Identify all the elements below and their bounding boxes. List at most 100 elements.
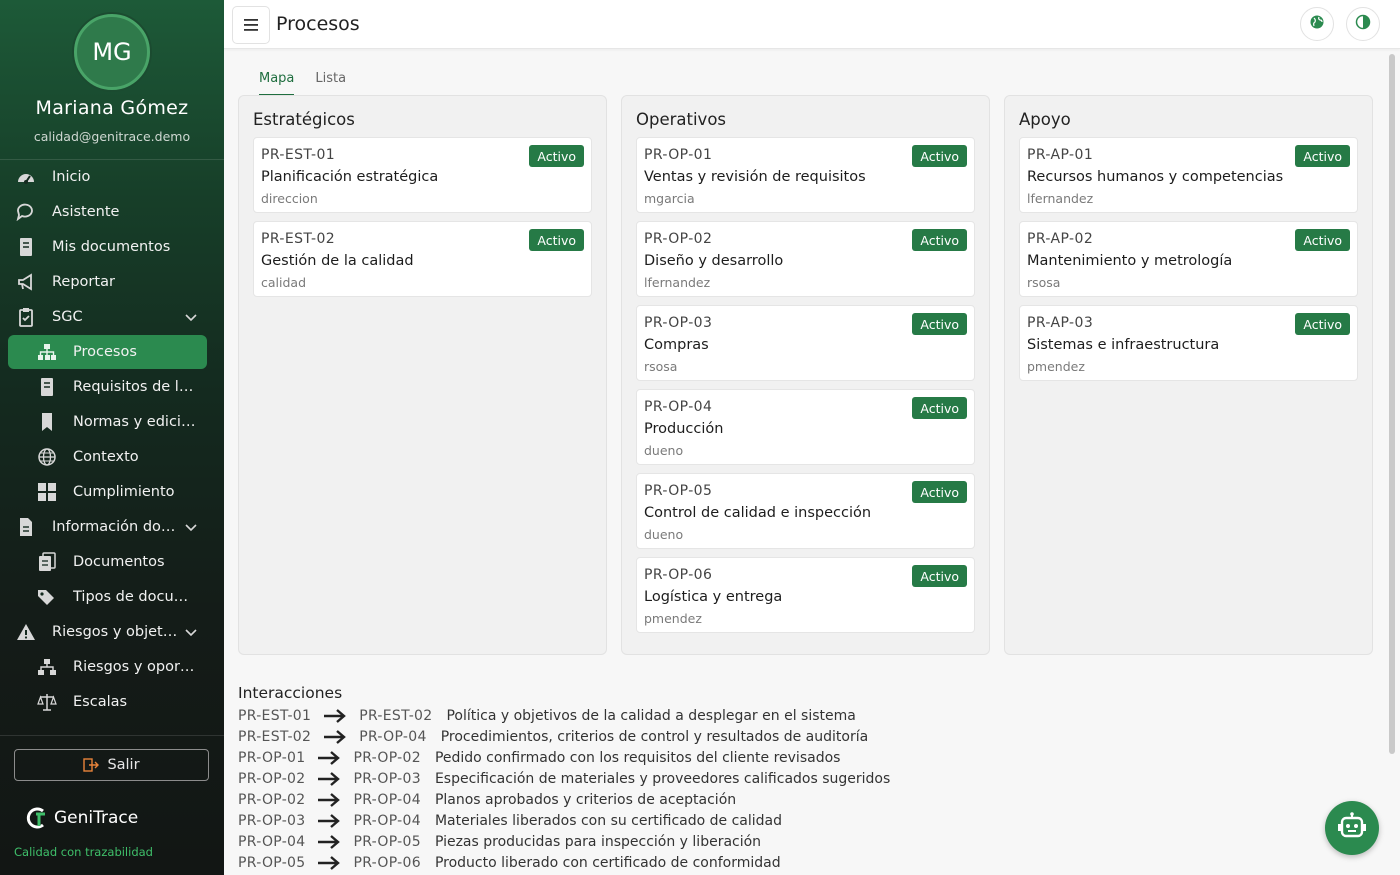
language-button[interactable] bbox=[1300, 7, 1334, 41]
process-card[interactable]: PR-OP-06 Logística y entrega pmendez Act… bbox=[636, 557, 975, 633]
interaction-to: PR-OP-02 bbox=[353, 749, 421, 766]
process-code: PR-AP-02 bbox=[1027, 231, 1094, 247]
sidebar-item-label: Cumplimiento bbox=[73, 484, 175, 500]
brand-tagline: Calidad con trazabilidad bbox=[14, 845, 153, 859]
process-code: PR-OP-02 bbox=[644, 231, 713, 247]
sidebar-item-contexto[interactable]: Contexto bbox=[8, 440, 207, 474]
sidebar-item-escalas[interactable]: Escalas bbox=[8, 685, 207, 719]
sidebar-nav: Inicio Asistente Mis documentos Reportar… bbox=[0, 160, 224, 736]
process-card[interactable]: PR-AP-01 Recursos humanos y competencias… bbox=[1019, 137, 1358, 213]
process-code: PR-AP-01 bbox=[1027, 147, 1094, 163]
interaction-description: Pedido confirmado con los requisitos del… bbox=[434, 749, 841, 766]
process-card[interactable]: PR-OP-04 Producción dueno Activo bbox=[636, 389, 975, 465]
sidebar-item-label: Procesos bbox=[73, 344, 137, 360]
process-card[interactable]: PR-OP-03 Compras rsosa Activo bbox=[636, 305, 975, 381]
interaction-to: PR-EST-02 bbox=[359, 707, 433, 724]
sidebar-item-label: Inicio bbox=[52, 169, 91, 185]
sidebar-item-label: Riesgos y objeti... bbox=[52, 624, 178, 640]
tab-mapa[interactable]: Mapa bbox=[259, 71, 295, 96]
interaction-row: PR-OP-02 PR-OP-04 Planos aprobados y cri… bbox=[238, 789, 736, 810]
sidebar-item-riesgos-oportunidades[interactable]: Riesgos y oportu... bbox=[8, 650, 207, 684]
interaction-description: Materiales liberados con su certificado … bbox=[434, 812, 782, 829]
process-name: Diseño y desarrollo bbox=[644, 253, 784, 269]
status-badge: Activo bbox=[912, 397, 967, 419]
column-title: Apoyo bbox=[1019, 110, 1071, 129]
interaction-to: PR-OP-03 bbox=[353, 770, 421, 787]
interaction-row: PR-OP-03 PR-OP-04 Materiales liberados c… bbox=[238, 810, 782, 831]
grid-icon bbox=[36, 481, 58, 503]
interaction-description: Especificación de materiales y proveedor… bbox=[434, 770, 891, 787]
sidebar-item-requisitos[interactable]: Requisitos de la n... bbox=[8, 370, 207, 404]
sidebar-item-normas[interactable]: Normas y edicion... bbox=[8, 405, 207, 439]
chevron-down-icon[interactable] bbox=[185, 520, 197, 536]
sidebar-item-mis-documentos[interactable]: Mis documentos bbox=[8, 230, 207, 264]
sidebar-item-label: Reportar bbox=[52, 274, 115, 290]
process-card[interactable]: PR-OP-01 Ventas y revisión de requisitos… bbox=[636, 137, 975, 213]
brand-name: GeniTrace bbox=[54, 808, 139, 828]
process-card[interactable]: PR-OP-05 Control de calidad e inspección… bbox=[636, 473, 975, 549]
sitemap-icon bbox=[36, 341, 58, 363]
arrow-right-icon bbox=[317, 855, 341, 871]
sidebar-item-reportar[interactable]: Reportar bbox=[8, 265, 207, 299]
column-estrategicos: Estratégicos PR-EST-01 Planificación est… bbox=[238, 95, 607, 655]
sidebar-item-sgc[interactable]: SGC bbox=[8, 300, 207, 334]
process-code: PR-EST-01 bbox=[261, 147, 336, 163]
process-card[interactable]: PR-AP-02 Mantenimiento y metrología rsos… bbox=[1019, 221, 1358, 297]
process-code: PR-OP-03 bbox=[644, 315, 713, 331]
sidebar-item-inicio[interactable]: Inicio bbox=[8, 160, 207, 194]
sidebar-item-label: Documentos bbox=[73, 554, 165, 570]
sidebar-item-asistente[interactable]: Asistente bbox=[8, 195, 207, 229]
genitrace-logo-icon bbox=[24, 806, 48, 830]
sidebar-item-label: Normas y edicion... bbox=[73, 414, 199, 430]
scale-icon bbox=[36, 691, 58, 713]
process-owner: dueno bbox=[644, 527, 684, 542]
interaction-description: Procedimientos, criterios de control y r… bbox=[440, 728, 869, 745]
process-card[interactable]: PR-AP-03 Sistemas e infraestructura pmen… bbox=[1019, 305, 1358, 381]
interaction-from: PR-OP-01 bbox=[238, 749, 306, 766]
process-card[interactable]: PR-EST-01 Planificación estratégica dire… bbox=[253, 137, 592, 213]
scrollbar[interactable] bbox=[1389, 54, 1395, 754]
sidebar-item-informacion-documentada[interactable]: Información doc... bbox=[8, 510, 207, 544]
sidebar-item-tipos-documento[interactable]: Tipos de docume... bbox=[8, 580, 207, 614]
process-owner: pmendez bbox=[644, 611, 702, 626]
interaction-row: PR-OP-02 PR-OP-03 Especificación de mate… bbox=[238, 768, 890, 789]
sidebar-item-documentos[interactable]: Documentos bbox=[8, 545, 207, 579]
process-name: Sistemas e infraestructura bbox=[1027, 337, 1220, 353]
menu-toggle-button[interactable] bbox=[232, 6, 270, 44]
process-name: Producción bbox=[644, 421, 724, 437]
status-badge: Activo bbox=[912, 481, 967, 503]
interactions-title: Interacciones bbox=[238, 684, 343, 702]
chevron-down-icon[interactable] bbox=[185, 310, 197, 326]
process-card[interactable]: PR-OP-02 Diseño y desarrollo lfernandez … bbox=[636, 221, 975, 297]
logout-button[interactable]: Salir bbox=[14, 749, 209, 781]
tab-lista[interactable]: Lista bbox=[315, 71, 346, 96]
sidebar: MG Mariana Gómez calidad@genitrace.demo … bbox=[0, 0, 224, 875]
interaction-description: Política y objetivos de la calidad a des… bbox=[446, 707, 856, 724]
document-icon bbox=[36, 376, 58, 398]
process-code: PR-EST-02 bbox=[261, 231, 336, 247]
sidebar-item-riesgos-objetivos[interactable]: Riesgos y objeti... bbox=[8, 615, 207, 649]
process-code: PR-OP-01 bbox=[644, 147, 713, 163]
process-card[interactable]: PR-EST-02 Gestión de la calidad calidad … bbox=[253, 221, 592, 297]
bookmark-icon bbox=[36, 411, 58, 433]
chevron-down-icon[interactable] bbox=[185, 625, 197, 641]
process-name: Ventas y revisión de requisitos bbox=[644, 169, 866, 185]
process-owner: lfernandez bbox=[644, 275, 711, 290]
chat-icon bbox=[15, 201, 37, 223]
assistant-bot-button[interactable] bbox=[1325, 801, 1379, 855]
brand: GeniTrace bbox=[24, 806, 138, 830]
interaction-from: PR-EST-01 bbox=[238, 707, 312, 724]
interaction-description: Producto liberado con certificado de con… bbox=[434, 854, 781, 871]
avatar[interactable]: MG bbox=[74, 14, 150, 90]
column-title: Estratégicos bbox=[253, 110, 355, 129]
process-name: Recursos humanos y competencias bbox=[1027, 169, 1284, 185]
interaction-to: PR-OP-06 bbox=[353, 854, 421, 871]
theme-toggle-button[interactable] bbox=[1346, 7, 1380, 41]
interaction-from: PR-OP-04 bbox=[238, 833, 306, 850]
sidebar-item-cumplimiento[interactable]: Cumplimiento bbox=[8, 475, 207, 509]
sidebar-item-procesos[interactable]: Procesos bbox=[8, 335, 207, 369]
interaction-description: Planos aprobados y criterios de aceptaci… bbox=[434, 791, 737, 808]
process-name: Mantenimiento y metrología bbox=[1027, 253, 1233, 269]
sidebar-item-label: Contexto bbox=[73, 449, 139, 465]
status-badge: Activo bbox=[1295, 313, 1350, 335]
